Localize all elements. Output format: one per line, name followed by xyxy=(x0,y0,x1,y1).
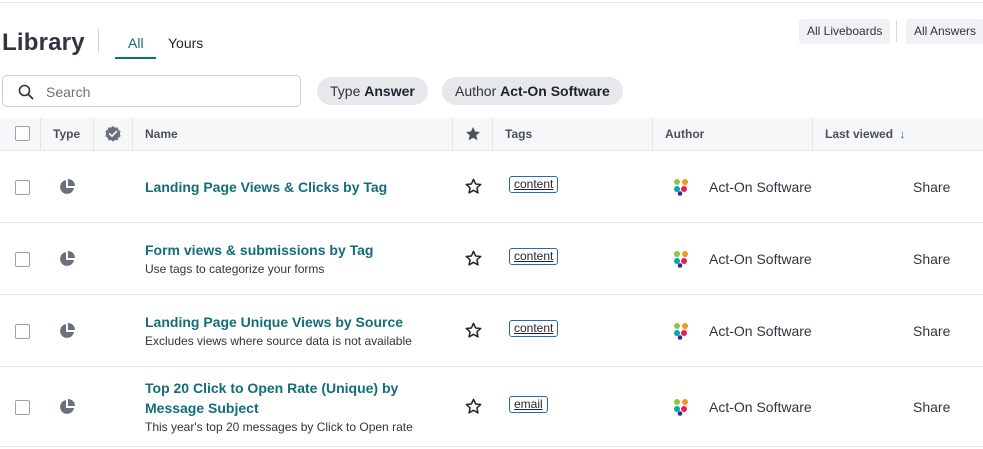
search-box[interactable] xyxy=(2,75,301,107)
star-icon[interactable] xyxy=(465,178,482,200)
column-divider xyxy=(93,118,94,151)
tag-badge[interactable]: content xyxy=(509,320,559,337)
column-divider xyxy=(812,118,813,151)
answer-name-link[interactable]: Form views & submissions by Tag xyxy=(145,240,373,260)
type-filter-chip[interactable]: Type Answer xyxy=(317,77,428,105)
act-on-logo-icon xyxy=(673,178,689,201)
row-checkbox[interactable] xyxy=(15,180,30,195)
answer-name-line-2: Message Subject xyxy=(145,400,259,416)
row-checkbox[interactable] xyxy=(15,400,30,415)
pie-chart-icon xyxy=(58,178,76,201)
star-icon[interactable] xyxy=(465,250,482,272)
column-author[interactable]: Author xyxy=(665,118,704,151)
tag-badge[interactable]: content xyxy=(509,176,559,193)
tag-badge[interactable]: email xyxy=(509,396,548,413)
answer-name-line-1: Top 20 Click to Open Rate (Unique) by xyxy=(145,380,399,396)
search-input[interactable] xyxy=(46,82,286,102)
share-button[interactable]: Share xyxy=(913,399,950,415)
top-border xyxy=(0,2,983,3)
answer-description: Excludes views where source data is not … xyxy=(145,334,412,348)
column-last-viewed[interactable]: Last viewed ↓ xyxy=(825,118,905,151)
author-name: Act-On Software xyxy=(709,251,812,267)
share-button[interactable]: Share xyxy=(913,323,950,339)
star-icon[interactable] xyxy=(465,398,482,420)
pie-chart-icon xyxy=(58,322,76,345)
tag-badge[interactable]: content xyxy=(509,248,559,265)
column-divider xyxy=(40,118,41,151)
star-icon[interactable] xyxy=(465,126,481,147)
search-icon xyxy=(18,84,34,100)
column-divider xyxy=(652,118,653,151)
answer-name-link[interactable]: Landing Page Unique Views by Source xyxy=(145,312,403,332)
all-liveboards-button[interactable]: All Liveboards xyxy=(799,19,891,44)
pie-chart-icon xyxy=(58,398,76,421)
column-type[interactable]: Type xyxy=(53,118,80,151)
tab-yours[interactable]: Yours xyxy=(168,35,203,51)
act-on-logo-icon xyxy=(673,398,689,421)
answer-description: Use tags to categorize your forms xyxy=(145,262,325,276)
table-row[interactable]: Top 20 Click to Open Rate (Unique) by Me… xyxy=(0,367,983,447)
answer-name-link[interactable]: Landing Page Views & Clicks by Tag xyxy=(145,177,387,197)
author-filter-label: Author xyxy=(455,83,497,99)
column-divider xyxy=(452,118,453,151)
row-checkbox[interactable] xyxy=(15,252,30,267)
author-filter-chip[interactable]: Author Act-On Software xyxy=(442,77,623,105)
act-on-logo-icon xyxy=(673,322,689,345)
row-checkbox[interactable] xyxy=(15,324,30,339)
author-name: Act-On Software xyxy=(709,179,812,195)
answer-name-link[interactable]: Top 20 Click to Open Rate (Unique) by Me… xyxy=(145,378,398,418)
active-tab-indicator xyxy=(115,57,156,59)
table-row[interactable]: Landing Page Views & Clicks by Tag conte… xyxy=(0,151,983,223)
act-on-logo-icon xyxy=(673,250,689,273)
type-filter-value: Answer xyxy=(364,83,415,99)
table-header: Type Name Tags Author Last viewed ↓ xyxy=(0,118,983,151)
author-filter-value: Act-On Software xyxy=(500,83,610,99)
tab-all[interactable]: All xyxy=(128,35,144,51)
pie-chart-icon xyxy=(58,250,76,273)
verified-badge-icon[interactable] xyxy=(104,125,122,148)
table-row[interactable]: Form views & submissions by Tag Use tags… xyxy=(0,223,983,295)
type-filter-label: Type xyxy=(330,83,361,99)
column-tags[interactable]: Tags xyxy=(505,118,532,151)
all-answers-button[interactable]: All Answers xyxy=(906,19,983,44)
column-divider xyxy=(492,118,493,151)
column-name[interactable]: Name xyxy=(145,118,178,151)
top-buttons-divider xyxy=(896,21,897,42)
sort-down-arrow-icon: ↓ xyxy=(899,127,906,141)
author-name: Act-On Software xyxy=(709,399,812,415)
answer-description: This year's top 20 messages by Click to … xyxy=(145,420,413,434)
author-name: Act-On Software xyxy=(709,323,812,339)
share-button[interactable]: Share xyxy=(913,179,950,195)
star-icon[interactable] xyxy=(465,322,482,344)
select-all-checkbox[interactable] xyxy=(15,126,30,141)
title-divider xyxy=(98,29,99,53)
table-row[interactable]: Landing Page Unique Views by Source Excl… xyxy=(0,295,983,367)
column-divider xyxy=(132,118,133,151)
share-button[interactable]: Share xyxy=(913,251,950,267)
page-title: Library xyxy=(2,29,85,56)
column-last-viewed-label: Last viewed xyxy=(825,127,894,141)
